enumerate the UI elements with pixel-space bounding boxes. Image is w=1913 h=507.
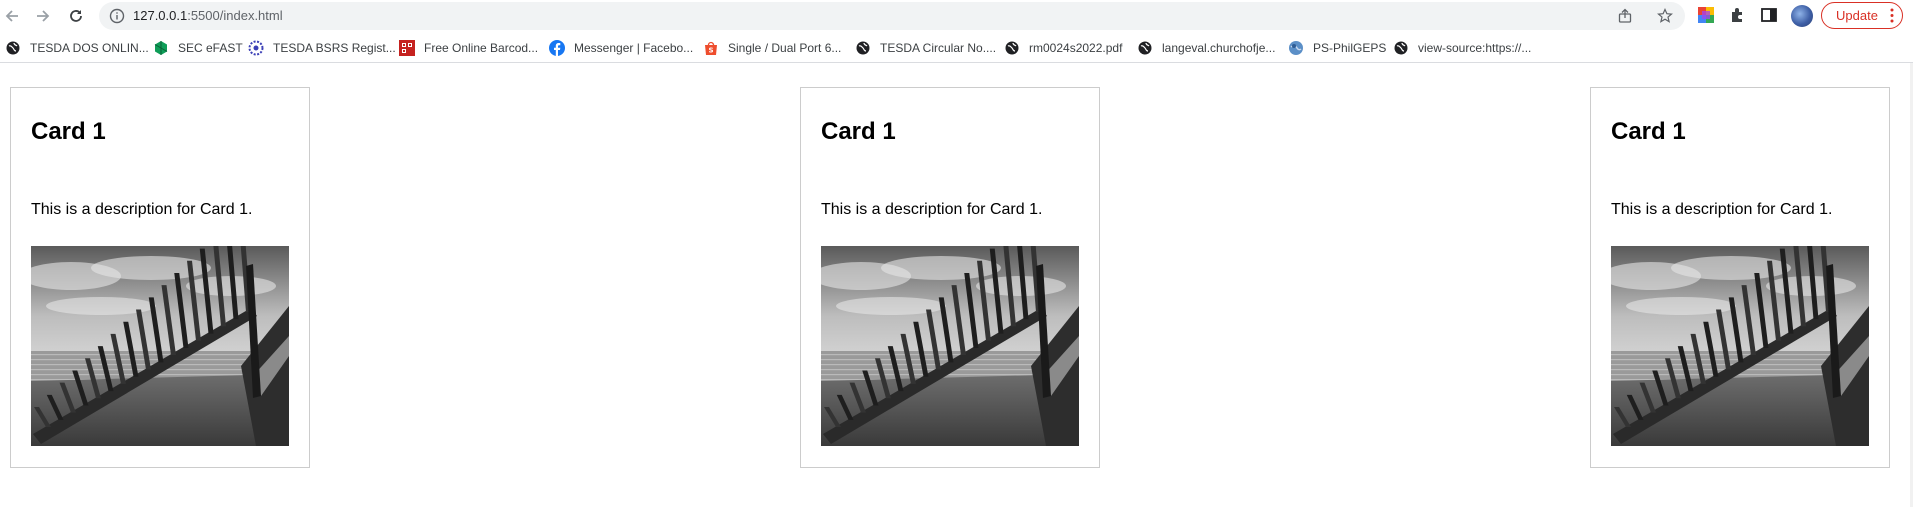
card-description: This is a description for Card 1.	[1611, 201, 1833, 218]
star-icon[interactable]	[1657, 8, 1673, 24]
card: Card 1 This is a description for Card 1.	[1590, 87, 1890, 468]
bookmark-tesda-bsrs[interactable]: TESDA BSRS Regist...	[248, 38, 396, 58]
reload-icon	[70, 10, 82, 22]
address-bar[interactable]: 127.0.0.1:5500/index.html	[99, 2, 1685, 30]
page-viewport: Card 1 This is a description for Card 1.…	[0, 63, 1913, 507]
card-description: This is a description for Card 1.	[821, 201, 1043, 218]
philgeps-icon	[1288, 40, 1304, 56]
facebook-icon	[549, 40, 565, 56]
arrow-left-icon	[5, 10, 18, 22]
globe-icon	[5, 40, 21, 56]
update-button[interactable]: Update	[1821, 2, 1903, 29]
card-title: Card 1	[1611, 118, 1686, 145]
bookmark-label: TESDA BSRS Regist...	[273, 41, 396, 55]
bookmark-rm0024[interactable]: rm0024s2022.pdf	[1004, 38, 1122, 58]
bookmark-tesda-dos[interactable]: TESDA DOS ONLIN...	[5, 38, 149, 58]
card-image	[821, 246, 1079, 446]
bookmark-label: Single / Dual Port 6...	[728, 41, 842, 55]
info-icon[interactable]	[109, 8, 125, 24]
bookmark-label: SEC eFAST	[178, 41, 243, 55]
bookmarks-bar: TESDA DOS ONLIN... SEC eFAST TESDA BSRS …	[0, 36, 1913, 63]
forward-button[interactable]	[31, 4, 55, 28]
bookmark-label: PS-PhilGEPS	[1313, 41, 1387, 55]
bookmark-label: TESDA DOS ONLIN...	[30, 41, 149, 55]
card-title: Card 1	[821, 118, 896, 145]
card-image	[31, 246, 289, 446]
barcode-icon	[399, 40, 415, 56]
url-host: 127.0.0.1	[133, 8, 188, 23]
card-title: Card 1	[31, 118, 106, 145]
bookmark-label: Free Online Barcod...	[424, 41, 539, 55]
shipwreck-photo	[1611, 246, 1869, 446]
bookmark-view-source[interactable]: view-source:https://...	[1393, 38, 1531, 58]
sec-efast-icon	[153, 40, 169, 56]
bookmark-langeval[interactable]: langeval.churchofje...	[1137, 38, 1275, 58]
bookmark-tesda-circular[interactable]: TESDA Circular No....	[855, 38, 996, 58]
bookmark-shopee[interactable]: S Single / Dual Port 6...	[703, 38, 841, 58]
url-path: :5500/index.html	[187, 8, 283, 23]
bookmark-barcode[interactable]: Free Online Barcod...	[399, 38, 538, 58]
bookmark-label: rm0024s2022.pdf	[1029, 41, 1123, 55]
bookmark-messenger[interactable]: Messenger | Facebo...	[549, 38, 693, 58]
kebab-menu-icon	[1890, 8, 1894, 23]
card: Card 1 This is a description for Card 1.	[800, 87, 1100, 468]
reload-button[interactable]	[64, 4, 88, 28]
side-panel-icon[interactable]	[1760, 6, 1778, 24]
shipwreck-photo	[31, 246, 289, 446]
card-image	[1611, 246, 1869, 446]
bookmark-sec-efast[interactable]: SEC eFAST	[153, 38, 243, 58]
shopee-icon: S	[703, 40, 719, 56]
arrow-right-icon	[37, 10, 50, 22]
card: Card 1 This is a description for Card 1.	[10, 87, 310, 468]
bookmark-label: view-source:https://...	[1418, 41, 1532, 55]
bookmark-philgeps[interactable]: PS-PhilGEPS	[1288, 38, 1386, 58]
globe-icon	[855, 40, 871, 56]
bookmark-label: TESDA Circular No....	[880, 41, 997, 55]
browser-toolbar: 127.0.0.1:5500/index.html Update	[0, 0, 1913, 32]
globe-icon	[1004, 40, 1020, 56]
update-label: Update	[1836, 8, 1878, 23]
bookmark-label: Messenger | Facebo...	[574, 41, 694, 55]
url-text[interactable]: 127.0.0.1:5500/index.html	[133, 9, 283, 23]
bsrs-icon	[248, 40, 264, 56]
profile-avatar[interactable]	[1791, 5, 1813, 27]
globe-icon	[1137, 40, 1153, 56]
share-icon[interactable]	[1617, 8, 1633, 24]
svg-text:S: S	[708, 47, 713, 55]
bookmark-label: langeval.churchofje...	[1162, 41, 1276, 55]
shipwreck-photo	[821, 246, 1079, 446]
back-button[interactable]	[0, 4, 24, 28]
puzzle-icon[interactable]	[1729, 6, 1747, 24]
card-description: This is a description for Card 1.	[31, 201, 253, 218]
globe-icon	[1393, 40, 1409, 56]
color-extension-icon[interactable]	[1697, 6, 1715, 24]
